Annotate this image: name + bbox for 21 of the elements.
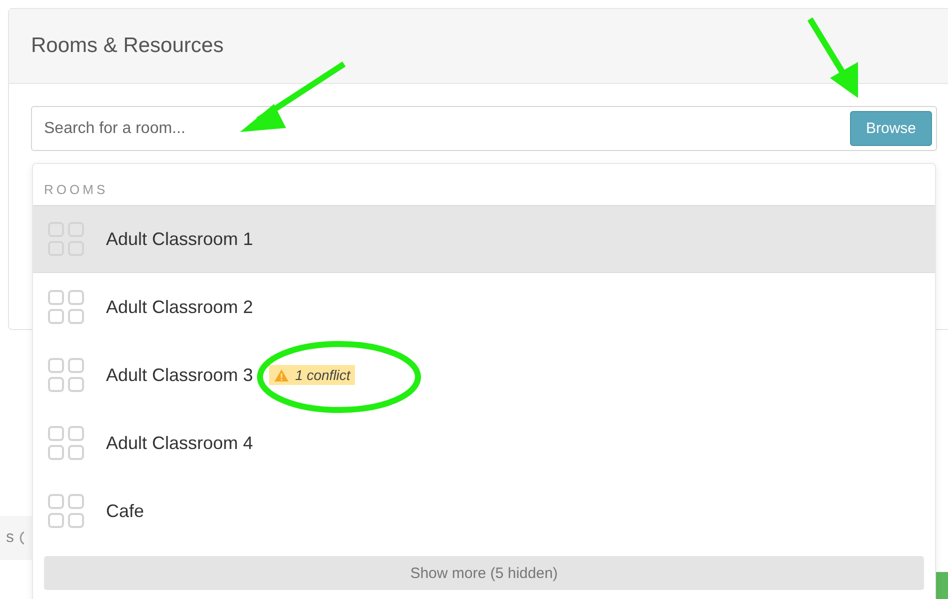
room-name: Adult Classroom 2 [106,296,254,318]
warning-icon [274,368,290,382]
conflict-text: 1 conflict [295,367,350,383]
button-edge [936,572,948,599]
room-name: Adult Classroom 4 [106,432,254,454]
show-more-button[interactable]: Show more (5 hidden) [44,556,924,590]
room-name: Adult Classroom 1 [106,228,254,250]
grid-icon [48,494,84,528]
room-item[interactable]: Adult Classroom 1 [33,205,935,273]
room-name: Adult Classroom 3 [106,364,254,386]
partial-label: s [6,529,14,547]
grid-icon [48,290,84,324]
room-item[interactable]: Cafe [33,477,935,545]
grid-icon [48,358,84,392]
room-item[interactable]: Adult Classroom 3 1 conflict [33,341,935,409]
grid-icon [48,426,84,460]
room-item[interactable]: Adult Classroom 2 [33,273,935,341]
room-name: Cafe [106,500,144,522]
section-label: ROOMS [43,181,108,199]
room-item[interactable]: Adult Classroom 4 [33,409,935,477]
panel-title: Rooms & Resources [31,34,224,58]
